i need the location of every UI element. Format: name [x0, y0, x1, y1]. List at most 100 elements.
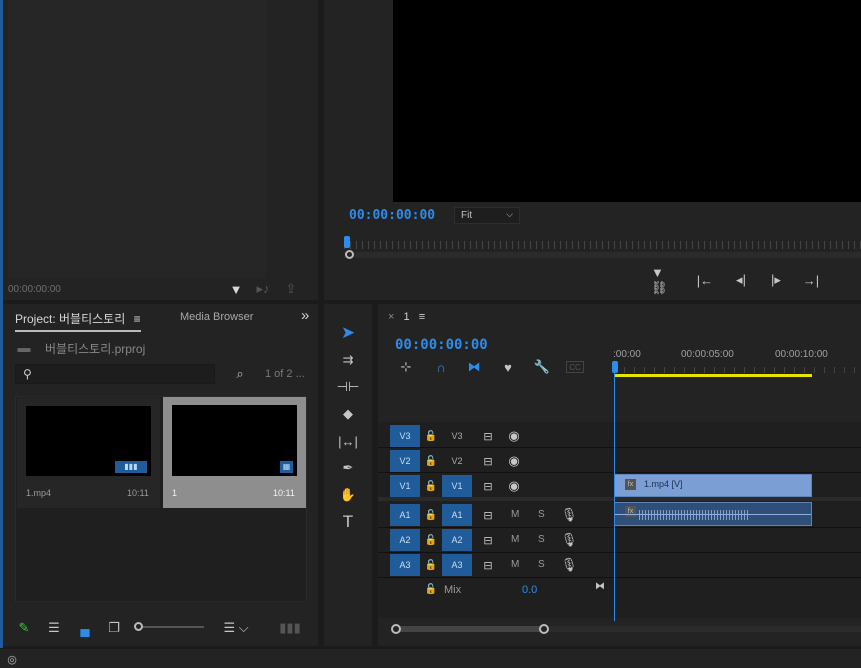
add-marker-icon[interactable]: ♥ [500, 359, 516, 375]
mute-button[interactable]: M [511, 534, 519, 545]
solo-button[interactable]: S [538, 559, 545, 570]
timeline-zoom-handle-left[interactable] [391, 624, 401, 634]
source-patch-v2[interactable]: V2 [390, 450, 420, 472]
settings-wrench-icon[interactable]: 🔧 [534, 359, 550, 375]
timeline-tab-menu-icon[interactable]: ≡ [419, 311, 425, 323]
timeline-timecode[interactable]: 00:00:00:00 [395, 337, 488, 353]
go-to-mix-icon[interactable]: ⧓ [592, 578, 608, 594]
solo-button[interactable]: S [538, 534, 545, 545]
list-view-icon[interactable]: ☰ [45, 620, 63, 636]
captions-icon[interactable]: CC [566, 361, 584, 373]
fit-dropdown[interactable]: Fit ⌵ [454, 207, 520, 224]
timeline-playhead-handle[interactable] [612, 361, 618, 373]
microphone-icon[interactable]: 🎙 [561, 557, 578, 573]
program-time-ruler[interactable] [344, 241, 861, 249]
pen-tool-icon[interactable]: ✒ [337, 457, 359, 479]
go-to-in-icon[interactable]: |← [696, 271, 714, 289]
source-patch-v1[interactable]: V1 [390, 475, 420, 497]
lock-icon[interactable]: 🔓 [425, 508, 437, 522]
sync-lock-icon[interactable]: ⊟ [480, 453, 496, 469]
eye-icon[interactable]: ◉ [506, 428, 522, 444]
write-protect-icon[interactable]: ✎ [16, 620, 32, 636]
microphone-icon[interactable]: 🎙 [561, 532, 578, 548]
program-timecode[interactable]: 00:00:00:00 [349, 208, 435, 223]
freeform-view-icon[interactable]: ❐ [104, 620, 124, 636]
sync-lock-icon[interactable]: ⊟ [480, 507, 496, 523]
mute-button[interactable]: M [511, 559, 519, 570]
mix-label: Mix [444, 584, 462, 596]
mix-value[interactable]: 0.0 [522, 584, 537, 596]
sync-lock-icon[interactable]: ⊟ [480, 532, 496, 548]
sequence-item[interactable]: ▦ 1 10:11 [163, 397, 306, 508]
eye-icon[interactable]: ◉ [506, 453, 522, 469]
sequence-thumbnail [172, 405, 297, 476]
lock-icon[interactable]: 🔓 [425, 558, 437, 572]
panel-overflow-icon[interactable]: » [301, 307, 309, 324]
timeline-playhead-line[interactable] [614, 373, 615, 621]
clip-item[interactable]: ▮▮▮ 1.mp4 10:11 [17, 398, 160, 508]
source-patch-a3[interactable]: A3 [390, 554, 420, 576]
microphone-icon[interactable]: 🎙 [561, 507, 578, 523]
selection-tool-icon[interactable]: ➤ [337, 322, 359, 344]
nest-icon[interactable]: ⊹ [398, 359, 414, 375]
search-input[interactable]: ⚲ [15, 364, 215, 384]
linked-selection-icon[interactable]: ⧓ [466, 359, 482, 375]
lock-icon[interactable]: 🔓 [425, 479, 437, 493]
automate-to-sequence-icon[interactable]: ▮▮▮ [279, 620, 300, 636]
timeline-tab[interactable]: × 1 ≡ [388, 311, 425, 323]
eye-icon[interactable]: ◉ [506, 478, 522, 494]
program-playhead[interactable] [344, 236, 350, 248]
export-icon[interactable]: ⇪ [283, 281, 299, 296]
ripple-edit-tool-icon[interactable]: ⊣⊢ [337, 376, 360, 398]
zoom-scrollbar[interactable] [344, 252, 861, 258]
creative-cloud-icon[interactable]: ◎ [5, 652, 19, 666]
go-to-out-icon[interactable]: →| [802, 271, 820, 289]
tab-project[interactable]: Project: 버블티스토리 ≡ [15, 310, 141, 332]
icon-view-icon[interactable]: ▄ [76, 620, 94, 636]
add-marker-icon[interactable]: ▼⛓ [651, 265, 677, 295]
track-a3-label[interactable]: A3 [442, 554, 472, 576]
lock-icon[interactable]: 🔓 [425, 429, 437, 443]
track-select-tool-icon[interactable]: ⇉ [337, 349, 359, 371]
mute-button[interactable]: M [511, 509, 519, 520]
insert-icon[interactable]: ▸♪ [255, 281, 271, 296]
track-v3-label[interactable]: V3 [442, 425, 472, 447]
filter-icon[interactable]: ▼ [229, 282, 243, 297]
track-v1-label[interactable]: V1 [442, 475, 472, 497]
source-patch-v3[interactable]: V3 [390, 425, 420, 447]
timeline-ruler-ticks[interactable] [614, 367, 861, 373]
sync-lock-icon[interactable]: ⊟ [480, 428, 496, 444]
hand-tool-icon[interactable]: ✋ [337, 484, 359, 506]
type-tool-icon[interactable]: T [337, 511, 359, 533]
slip-tool-icon[interactable]: |↔| [337, 430, 359, 452]
audio-clip[interactable]: fx [614, 502, 812, 526]
step-forward-icon[interactable]: |▸ [767, 271, 785, 289]
snap-icon[interactable]: ∩ [433, 359, 449, 375]
solo-button[interactable]: S [538, 509, 545, 520]
lock-icon[interactable]: 🔓 [425, 454, 437, 468]
zoom-slider-handle[interactable] [134, 622, 143, 631]
timeline-zoom-handle-right[interactable] [539, 624, 549, 634]
sort-icon[interactable]: ☰ ⌵ [221, 620, 251, 636]
work-area-bar[interactable] [614, 374, 812, 377]
track-a2-label[interactable]: A2 [442, 529, 472, 551]
tab-project-menu-icon[interactable]: ≡ [134, 312, 141, 326]
source-patch-a1[interactable]: A1 [390, 504, 420, 526]
track-v2-label[interactable]: V2 [442, 450, 472, 472]
track-a1-label[interactable]: A1 [442, 504, 472, 526]
source-patch-a2[interactable]: A2 [390, 529, 420, 551]
tab-close-icon[interactable]: × [388, 311, 394, 323]
razor-tool-icon[interactable]: ◆ [337, 403, 359, 425]
lock-icon[interactable]: 🔓 [425, 582, 437, 596]
zoom-slider[interactable] [134, 622, 204, 631]
sync-lock-icon[interactable]: ⊟ [480, 478, 496, 494]
tab-media-browser[interactable]: Media Browser [180, 311, 253, 323]
lock-icon[interactable]: 🔓 [425, 533, 437, 547]
video-clip[interactable]: fx 1.mp4 [V] [614, 474, 812, 497]
timeline-zoom-bar[interactable] [396, 626, 542, 632]
new-search-bin-icon[interactable]: ⌕ [232, 366, 248, 381]
zoom-handle-left[interactable] [345, 250, 354, 259]
sync-lock-icon[interactable]: ⊟ [480, 557, 496, 573]
source-timecode[interactable]: 00:00:00:00 [8, 284, 61, 295]
step-back-icon[interactable]: ◂| [732, 271, 750, 289]
